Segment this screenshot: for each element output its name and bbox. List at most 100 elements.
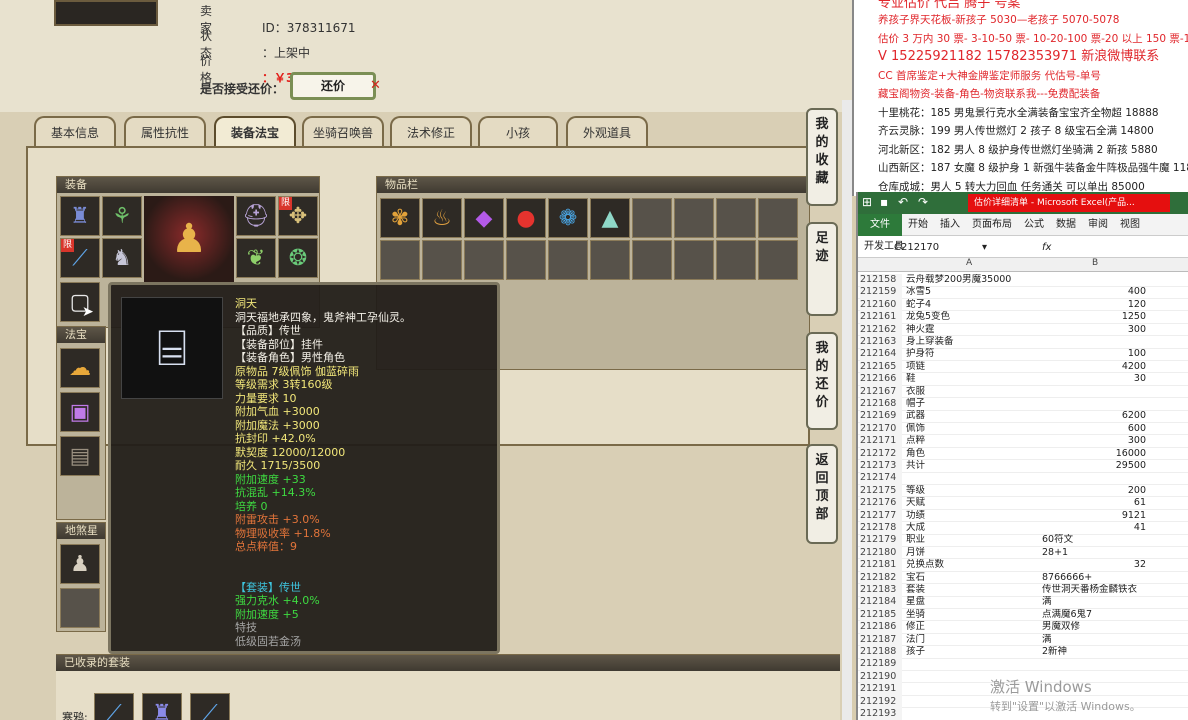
equip-slot-helmet[interactable]: ⛑ [236, 196, 276, 236]
fabao-slot[interactable]: ▤ [60, 436, 100, 476]
row-number[interactable]: 212178 [860, 522, 902, 535]
row-number[interactable]: 212182 [860, 571, 902, 585]
cell-a[interactable]: 职业 [906, 534, 1042, 547]
undo-icon[interactable]: ↶ [898, 195, 908, 209]
cell-a[interactable]: 坐骑 [906, 609, 1042, 622]
cell-a[interactable]: 星盘 [906, 596, 1042, 609]
cell-a[interactable]: 身上穿装备 [906, 336, 1042, 349]
cell-b[interactable]: 600 [1042, 423, 1146, 436]
inventory-slot-empty[interactable] [716, 198, 756, 238]
set-item-slot[interactable]: ♜ [142, 693, 182, 720]
ribbon-tab-data[interactable]: 数据 [1050, 214, 1082, 236]
ribbon-tab-page-layout[interactable]: 页面布局 [966, 214, 1018, 236]
inventory-slot-empty[interactable] [590, 240, 630, 280]
cell-b[interactable]: 16000 [1042, 448, 1146, 461]
cell-b[interactable]: 61 [1042, 497, 1146, 510]
inventory-slot-empty[interactable] [506, 240, 546, 280]
inventory-slot-empty[interactable] [716, 240, 756, 280]
row-number[interactable]: 212164 [860, 348, 902, 361]
row-number[interactable]: 212169 [860, 410, 902, 423]
cell-b[interactable]: 400 [1042, 286, 1146, 299]
set-item-slot[interactable]: ⟋ [190, 693, 230, 720]
my-favorites-button[interactable]: 我的收藏 [806, 108, 838, 206]
row-number[interactable]: 212167 [860, 385, 902, 399]
cell-a[interactable]: 套装 [906, 584, 1042, 597]
cell-b[interactable]: 300 [1042, 324, 1146, 337]
cell-b[interactable]: 满 [1042, 596, 1146, 609]
row-number[interactable]: 212163 [860, 336, 902, 349]
row-number[interactable]: 212176 [860, 497, 902, 510]
column-a-header[interactable]: A [966, 258, 972, 268]
inventory-slot-empty[interactable] [632, 198, 672, 238]
row-number[interactable]: 212189 [860, 658, 902, 671]
inventory-slot-empty[interactable] [380, 240, 420, 280]
cell-a[interactable]: 神火霆 [906, 324, 1042, 337]
inventory-slot[interactable]: ✾ [380, 198, 420, 238]
inventory-slot-empty[interactable] [674, 240, 714, 280]
cell-b[interactable]: 满 [1042, 634, 1146, 647]
dilao-slot-empty[interactable] [60, 588, 100, 628]
cell-a[interactable]: 等级 [906, 485, 1042, 498]
row-number[interactable]: 212158 [860, 274, 902, 287]
tab-attributes[interactable]: 属性抗性 [124, 116, 206, 148]
cell-a[interactable]: 天赋 [906, 497, 1042, 510]
my-haggles-button[interactable]: 我的还价 [806, 332, 838, 430]
inventory-slot-empty[interactable] [758, 240, 798, 280]
equip-slot-necklace[interactable]: ⚘ [102, 196, 142, 236]
dilao-slot[interactable]: ♟ [60, 544, 100, 584]
row-number[interactable]: 212191 [860, 683, 902, 696]
cell-a[interactable]: 功绩 [906, 510, 1042, 523]
fabao-slot[interactable]: ▣ [60, 392, 100, 432]
cell-a[interactable]: 蛇子4 [906, 299, 1042, 312]
cell-a[interactable]: 共计 [906, 460, 1042, 473]
inventory-slot[interactable]: ● [506, 198, 546, 238]
cell-a[interactable]: 佩饰 [906, 423, 1042, 436]
ribbon-tab-view[interactable]: 视图 [1114, 214, 1146, 236]
cell-b[interactable]: 300 [1042, 435, 1146, 448]
row-number[interactable]: 212160 [860, 298, 902, 312]
row-number[interactable]: 212172 [860, 447, 902, 461]
tab-spell-mods[interactable]: 法术修正 [390, 116, 472, 148]
set-item-slot[interactable]: ⟋ [94, 693, 134, 720]
row-number[interactable]: 212177 [860, 509, 902, 523]
equip-slot-boots[interactable]: ❦ [236, 238, 276, 278]
cell-b[interactable]: 28+1 [1042, 547, 1146, 560]
row-number[interactable]: 212170 [860, 422, 902, 436]
inventory-slot-empty[interactable] [464, 240, 504, 280]
cell-b[interactable]: 6200 [1042, 410, 1146, 423]
cell-a[interactable]: 法门 [906, 634, 1042, 647]
cell-b[interactable]: 4200 [1042, 361, 1146, 374]
cell-b[interactable]: 32 [1042, 559, 1146, 572]
cell-a[interactable]: 孩子 [906, 646, 1042, 659]
ribbon-tab-insert[interactable]: 插入 [934, 214, 966, 236]
cell-b[interactable]: 60符文 [1042, 534, 1146, 547]
redo-icon[interactable]: ↷ [918, 195, 928, 209]
haggle-button[interactable]: 还价 [290, 72, 376, 100]
row-number[interactable]: 212173 [860, 460, 902, 473]
row-number[interactable]: 212168 [860, 398, 902, 411]
cell-a[interactable]: 角色 [906, 448, 1042, 461]
ribbon-tab-review[interactable]: 审阅 [1082, 214, 1114, 236]
name-box[interactable]: C212170 [894, 238, 939, 258]
cell-a[interactable]: 云舟载梦200男魔35000 [906, 274, 1042, 287]
inventory-slot-empty[interactable] [632, 240, 672, 280]
cell-b[interactable]: 传世洞天番杨金麟铁衣 [1042, 584, 1146, 597]
row-number[interactable]: 212184 [860, 596, 902, 609]
cell-b[interactable]: 100 [1042, 348, 1146, 361]
ribbon-tab-formulas[interactable]: 公式 [1018, 214, 1050, 236]
cell-b[interactable]: 30 [1042, 373, 1146, 386]
cell-a[interactable]: 大成 [906, 522, 1042, 535]
cell-b[interactable]: 29500 [1042, 460, 1146, 473]
cell-b[interactable]: 120 [1042, 299, 1146, 312]
row-number[interactable]: 212159 [860, 286, 902, 299]
cell-a[interactable]: 修正 [906, 621, 1042, 634]
tab-children[interactable]: 小孩 [478, 116, 558, 148]
footprint-button[interactable]: 足迹 [806, 222, 838, 316]
fabao-slot[interactable]: ☁ [60, 348, 100, 388]
namebox-dropdown-icon[interactable]: ▾ [982, 238, 987, 258]
cell-a[interactable]: 武器 [906, 410, 1042, 423]
row-number[interactable]: 212183 [860, 584, 902, 597]
cell-b[interactable]: 男魔双修 [1042, 621, 1146, 634]
cell-a[interactable]: 帽子 [906, 398, 1042, 411]
row-number[interactable]: 212192 [860, 695, 902, 709]
